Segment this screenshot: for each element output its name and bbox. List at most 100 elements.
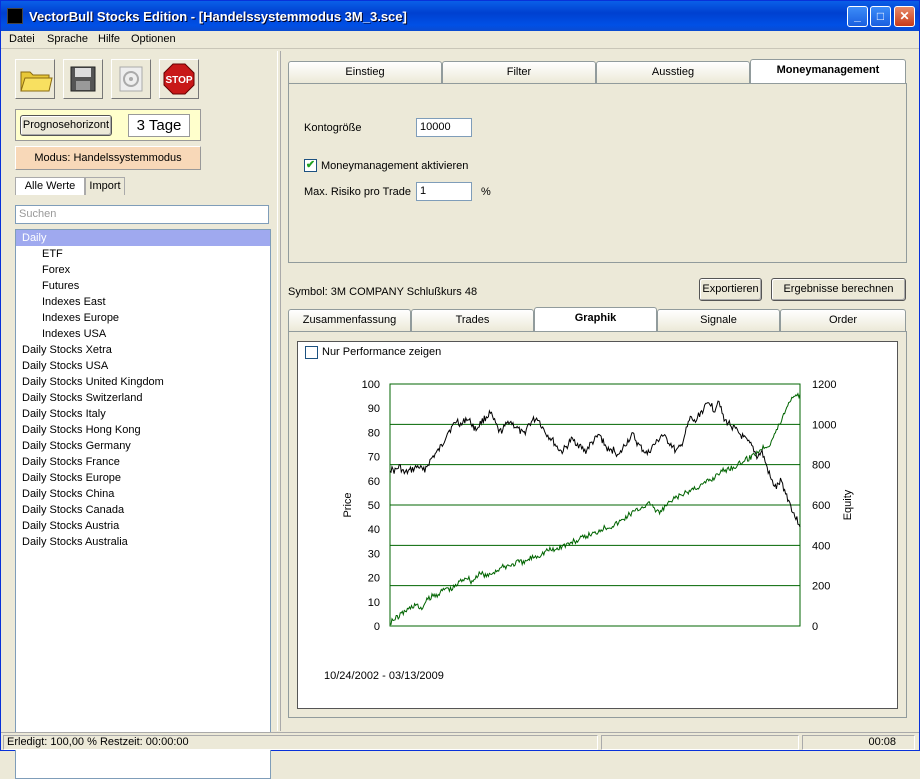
y-tick-label: 70 <box>368 452 380 464</box>
market-tree[interactable]: Daily ETF Forex Futures Indexes East Indexes … <box>15 229 271 779</box>
price-series-line <box>389 400 801 528</box>
menu-sprache[interactable]: Sprache <box>47 33 88 45</box>
tree-item[interactable]: Indexes USA <box>16 326 270 342</box>
tab-trades[interactable]: Trades <box>411 309 534 331</box>
tree-item[interactable]: Daily Stocks USA <box>16 358 270 374</box>
status-bar: Erledigt: 100,00 % Restzeit: 00:00:00 00… <box>1 732 919 750</box>
tab-signale[interactable]: Signale <box>657 309 780 331</box>
tab-ausstieg[interactable]: Ausstieg <box>596 61 750 83</box>
svg-text:STOP: STOP <box>165 75 192 86</box>
tree-item[interactable]: Daily Stocks Germany <box>16 438 270 454</box>
y-tick-label: 30 <box>368 548 380 560</box>
tree-item[interactable]: Daily Stocks Hong Kong <box>16 422 270 438</box>
window-title: VectorBull Stocks Edition - [Handelssyst… <box>29 9 407 24</box>
y-tick-label: 50 <box>368 500 380 512</box>
tab-einstieg[interactable]: Einstieg <box>288 61 442 83</box>
tab-import[interactable]: Import <box>85 177 125 195</box>
export-button[interactable]: Exportieren <box>699 278 762 301</box>
tree-item[interactable]: Daily Stocks Italy <box>16 406 270 422</box>
tree-item[interactable]: ETF <box>16 246 270 262</box>
splitter[interactable] <box>277 51 281 731</box>
folder-icon <box>20 71 53 92</box>
maximize-button[interactable]: □ <box>870 6 891 27</box>
bottom-tabs: Zusammenfassung Trades Graphik Signale O… <box>288 307 908 331</box>
title-bar[interactable]: VectorBull Stocks Edition - [Handelssyst… <box>1 1 919 31</box>
y2-axis-label: Equity <box>842 489 854 520</box>
symbol-text: Symbol: 3M COMPANY Schlußkurs 48 <box>288 286 478 298</box>
settings-button[interactable] <box>111 59 151 99</box>
search-input[interactable]: Suchen <box>15 205 269 224</box>
top-tabs: Einstieg Filter Ausstieg Moneymanagement <box>288 59 908 83</box>
tab-graphik[interactable]: Graphik <box>534 307 657 331</box>
y-tick-label: 100 <box>362 379 380 391</box>
calc-button[interactable]: Ergebnisse berechnen <box>771 278 906 301</box>
tab-order[interactable]: Order <box>780 309 906 331</box>
status-left: Erledigt: 100,00 % Restzeit: 00:00:00 <box>3 735 598 750</box>
date-range: 10/24/2002 - 03/13/2009 <box>324 670 444 682</box>
prognose-box: Prognosehorizont 3 Tage <box>15 109 201 141</box>
tree-item[interactable]: Daily Stocks Xetra <box>16 342 270 358</box>
konto-label: Kontogröße <box>304 122 362 134</box>
left-panel: STOP Prognosehorizont 3 Tage Modus: Hand… <box>5 51 275 779</box>
tree-item[interactable]: Daily Stocks Australia <box>16 534 270 550</box>
stop-sign-icon: STOP <box>163 63 195 95</box>
open-folder-button[interactable] <box>15 59 55 99</box>
close-button[interactable]: ✕ <box>894 6 915 27</box>
tree-item[interactable]: Daily Stocks Canada <box>16 502 270 518</box>
menu-optionen[interactable]: Optionen <box>131 33 176 45</box>
app-window: VectorBull Stocks Edition - [Handelssyst… <box>0 0 920 779</box>
y2-tick-label: 200 <box>812 581 830 593</box>
gear-document-icon <box>119 66 143 92</box>
y-tick-label: 40 <box>368 524 380 536</box>
risk-label: Max. Risiko pro Trade <box>304 186 411 198</box>
tree-item[interactable]: Daily Stocks United Kingdom <box>16 374 270 390</box>
price-equity-chart: 0 10 20 30 40 50 60 70 80 90 100 0 200 400 600 800 1000… <box>342 379 854 633</box>
y-tick-label: 10 <box>368 597 380 609</box>
y-tick-label: 20 <box>368 573 380 585</box>
money-panel: Kontogröße 10000 ✔ Moneymanagement aktiv… <box>288 83 907 263</box>
tree-item[interactable]: Daily Stocks France <box>16 454 270 470</box>
tree-item[interactable]: Indexes East <box>16 294 270 310</box>
y-tick-label: 60 <box>368 476 380 488</box>
tree-item[interactable]: Daily Stocks Europe <box>16 470 270 486</box>
y2-tick-label: 800 <box>812 460 830 472</box>
tree-item[interactable]: Daily <box>16 230 270 246</box>
y2-tick-label: 1000 <box>812 419 836 431</box>
graph-panel: Nur Performance zeigen 0 10 20 30 40 50 60 70 80… <box>288 331 907 718</box>
menu-datei[interactable]: Datei <box>9 33 35 45</box>
risk-unit: % <box>481 186 491 198</box>
tab-alle-werte[interactable]: Alle Werte <box>15 177 85 195</box>
y2-tick-label: 600 <box>812 500 830 512</box>
tree-item[interactable]: Daily Stocks Switzerland <box>16 390 270 406</box>
prognose-value[interactable]: 3 Tage <box>128 114 190 137</box>
tree-item[interactable]: Indexes Europe <box>16 310 270 326</box>
menu-bar: Datei Sprache Hilfe Optionen <box>1 31 919 49</box>
tab-moneymanagement[interactable]: Moneymanagement <box>750 59 906 83</box>
y2-tick-label: 1200 <box>812 379 836 391</box>
mm-checkbox[interactable]: ✔ <box>304 159 317 172</box>
minimize-button[interactable]: _ <box>847 6 868 27</box>
stop-button[interactable]: STOP <box>159 59 199 99</box>
prognose-button[interactable]: Prognosehorizont <box>20 115 112 136</box>
menu-hilfe[interactable]: Hilfe <box>98 33 120 45</box>
chart-frame: Nur Performance zeigen 0 10 20 30 40 50 60 70 80… <box>297 341 898 709</box>
y-tick-label: 0 <box>374 621 380 633</box>
status-middle <box>601 735 799 750</box>
y-tick-label: 90 <box>368 403 380 415</box>
save-button[interactable] <box>63 59 103 99</box>
tab-filter[interactable]: Filter <box>442 61 596 83</box>
tree-item[interactable]: Futures <box>16 278 270 294</box>
tree-item[interactable]: Daily Stocks Austria <box>16 518 270 534</box>
tree-item[interactable]: Daily Stocks China <box>16 486 270 502</box>
y-axis-label: Price <box>342 492 354 517</box>
floppy-disk-icon <box>70 66 96 92</box>
modus-button[interactable]: Modus: Handelssystemmodus <box>15 146 201 170</box>
y2-tick-label: 0 <box>812 621 818 633</box>
tab-zusammenfassung[interactable]: Zusammenfassung <box>288 309 411 331</box>
konto-input[interactable]: 10000 <box>416 118 472 137</box>
tree-item[interactable]: Forex <box>16 262 270 278</box>
app-icon <box>7 8 23 24</box>
y-tick-label: 80 <box>368 427 380 439</box>
risk-input[interactable]: 1 <box>416 182 472 201</box>
y2-tick-label: 400 <box>812 540 830 552</box>
